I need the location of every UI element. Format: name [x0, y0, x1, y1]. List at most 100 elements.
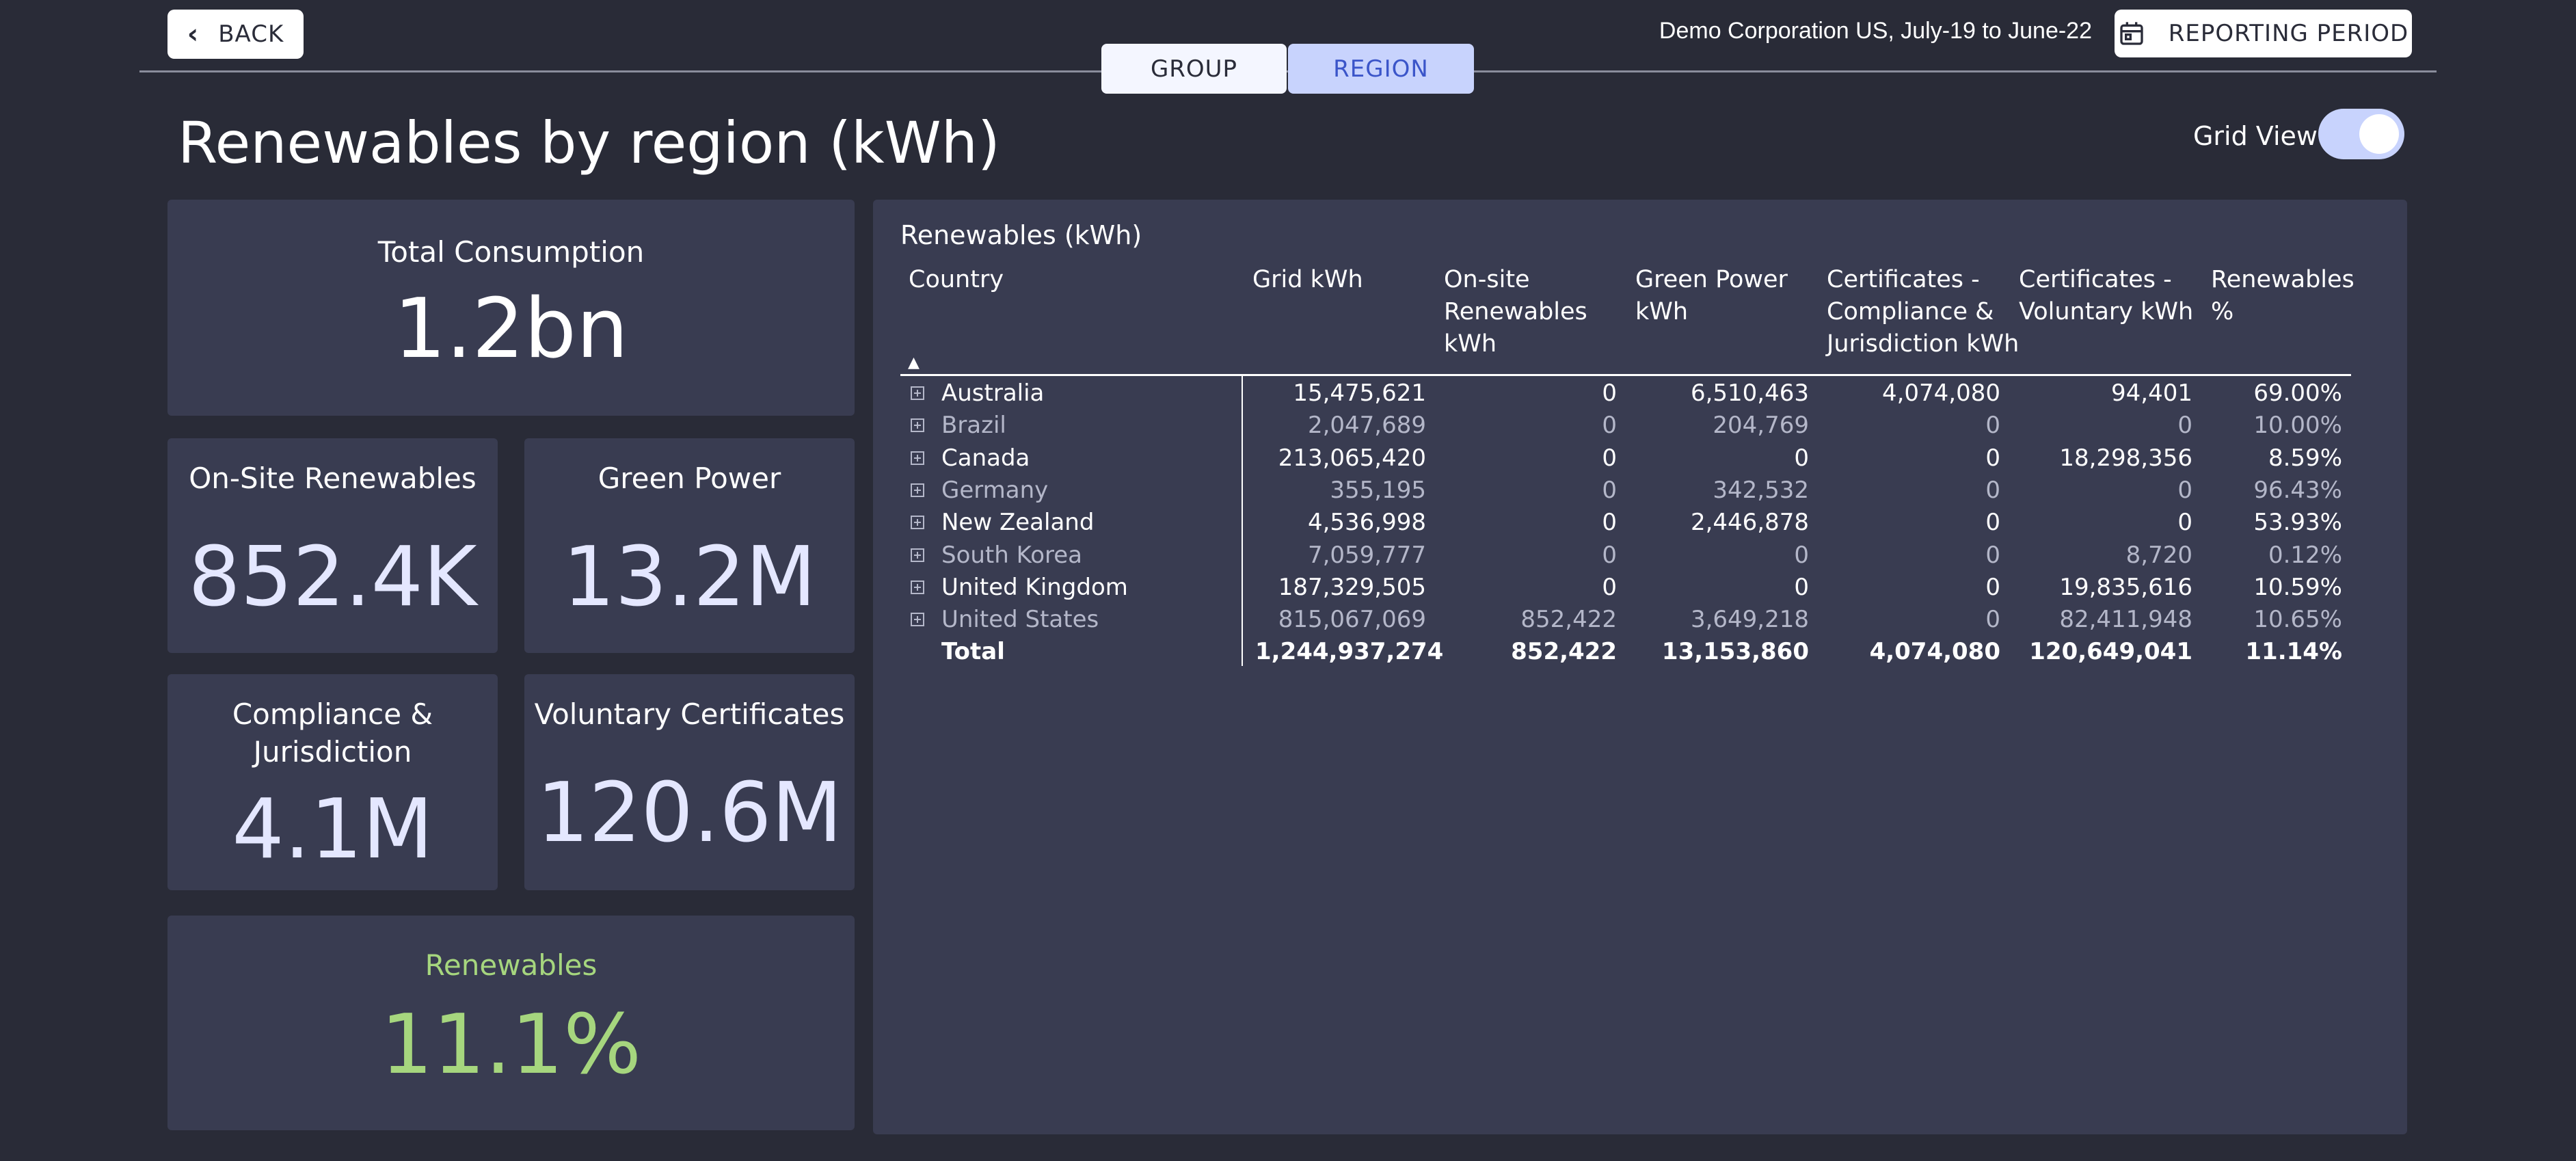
cell-country: United Kingdom	[941, 573, 1128, 601]
card-value: 1.2bn	[393, 282, 629, 377]
card-label: Total Consumption	[377, 235, 645, 269]
tab-group[interactable]: GROUP	[1101, 44, 1287, 94]
card-label: Renewables	[425, 948, 598, 982]
cell-pct: 53.93%	[2253, 509, 2342, 537]
cell-onsite: 0	[1602, 444, 1617, 472]
column-header-onsite-line1[interactable]: On-site	[1444, 264, 1530, 296]
cell-country: Canada	[941, 444, 1030, 472]
column-header-pct-line1[interactable]: Renewables	[2211, 264, 2354, 296]
cell-grid: 2,047,689	[1307, 412, 1426, 440]
column-header-voluntary-line1[interactable]: Certificates -	[2019, 264, 2172, 296]
cell-onsite: 0	[1602, 412, 1617, 440]
card-label: Voluntary Certificates	[534, 697, 845, 731]
cell-grid: 355,195	[1330, 476, 1426, 504]
cell-compliance: 4,074,080	[1881, 379, 2000, 407]
expand-row-icon[interactable]	[911, 483, 924, 497]
card-voluntary-certificates: Voluntary Certificates 120.6M	[524, 674, 855, 890]
cell-voluntary: 0	[2177, 476, 2192, 504]
column-header-country-line1[interactable]: Country	[909, 264, 1004, 296]
expand-row-icon[interactable]	[911, 451, 924, 465]
card-value: 120.6M	[536, 766, 843, 861]
page-title: Renewables by region (kWh)	[178, 109, 1000, 176]
back-button[interactable]: ‹ BACK	[167, 10, 304, 59]
cell-voluntary: 0	[2177, 509, 2192, 537]
cell-grid: 815,067,069	[1278, 606, 1426, 634]
card-renewables: Renewables 11.1%	[167, 916, 855, 1130]
expand-row-icon[interactable]	[911, 548, 924, 562]
company-period-text: Demo Corporation US, July-19 to June-22	[1659, 18, 2092, 44]
grid-view-toggle[interactable]	[2318, 109, 2404, 159]
table-title: Renewables (kWh)	[900, 220, 1142, 250]
cell-onsite: 852,422	[1520, 606, 1617, 634]
expand-row-icon[interactable]	[911, 516, 924, 530]
cell-onsite: 0	[1602, 573, 1617, 601]
cell-onsite: 0	[1602, 509, 1617, 537]
cell-compliance: 0	[1985, 606, 2000, 634]
total-compliance: 4,074,080	[1869, 638, 2000, 666]
expand-row-icon[interactable]	[911, 613, 924, 627]
reporting-period-button[interactable]: REPORTING PERIOD	[2115, 10, 2412, 57]
cell-compliance: 0	[1985, 476, 2000, 504]
expand-row-icon[interactable]	[911, 386, 924, 400]
cell-country: Germany	[941, 476, 1049, 504]
column-header-compliance-line1[interactable]: Certificates -	[1827, 264, 1980, 296]
tab-region[interactable]: REGION	[1288, 44, 1474, 94]
cell-onsite: 0	[1602, 541, 1617, 569]
total-voluntary: 120,649,041	[2029, 638, 2192, 666]
cell-green: 0	[1794, 541, 1809, 569]
total-country: Total	[941, 638, 1005, 666]
cell-grid: 15,475,621	[1293, 379, 1426, 407]
cell-voluntary: 82,411,948	[2059, 606, 2192, 634]
cell-grid: 7,059,777	[1307, 541, 1426, 569]
card-label: On-Site Renewables	[189, 462, 477, 495]
chevron-left-icon: ‹	[187, 18, 200, 50]
table-header-divider	[900, 374, 2351, 376]
total-pct: 11.14%	[2245, 638, 2342, 666]
cell-green: 204,769	[1713, 412, 1809, 440]
card-total-consumption: Total Consumption 1.2bn	[167, 200, 855, 416]
cell-country: New Zealand	[941, 509, 1095, 537]
cell-voluntary: 0	[2177, 412, 2192, 440]
column-header-compliance-line2[interactable]: Compliance &	[1827, 296, 1994, 328]
cell-pct: 10.00%	[2253, 412, 2342, 440]
column-header-green-line2[interactable]: kWh	[1635, 296, 1688, 328]
cell-pct: 10.59%	[2253, 573, 2342, 601]
cell-pct: 0.12%	[2268, 541, 2342, 569]
column-header-green-line1[interactable]: Green Power	[1635, 264, 1788, 296]
toggle-knob	[2359, 114, 2399, 154]
cell-green: 3,649,218	[1690, 606, 1809, 634]
cell-onsite: 0	[1602, 379, 1617, 407]
cell-green: 6,510,463	[1690, 379, 1809, 407]
column-header-grid-line1[interactable]: Grid kWh	[1252, 264, 1363, 296]
cell-compliance: 0	[1985, 444, 2000, 472]
card-value: 13.2M	[563, 530, 816, 625]
column-header-compliance-line3[interactable]: Jurisdiction kWh	[1827, 328, 2019, 360]
cell-compliance: 0	[1985, 573, 2000, 601]
cell-green: 0	[1794, 573, 1809, 601]
card-compliance-jurisdiction: Compliance & Jurisdiction 4.1M	[167, 674, 498, 890]
cell-grid: 213,065,420	[1278, 444, 1426, 472]
total-green: 13,153,860	[1661, 638, 1809, 666]
back-button-label: BACK	[218, 21, 284, 48]
card-value: 4.1M	[232, 782, 433, 877]
cell-pct: 69.00%	[2253, 379, 2342, 407]
cell-compliance: 0	[1985, 412, 2000, 440]
column-header-voluntary-line2[interactable]: Voluntary kWh	[2019, 296, 2193, 328]
cell-onsite: 0	[1602, 476, 1617, 504]
sort-ascending-icon[interactable]: ▲	[908, 354, 920, 371]
expand-row-icon[interactable]	[911, 580, 924, 594]
column-header-pct-line2[interactable]: %	[2211, 296, 2233, 328]
expand-row-icon[interactable]	[911, 418, 924, 433]
cell-pct: 8.59%	[2268, 444, 2342, 472]
column-header-onsite-line2[interactable]: Renewables	[1444, 296, 1587, 328]
cell-green: 0	[1794, 444, 1809, 472]
cell-voluntary: 18,298,356	[2059, 444, 2192, 472]
cell-voluntary: 94,401	[2111, 379, 2192, 407]
cell-country: Brazil	[941, 412, 1006, 440]
cell-pct: 10.65%	[2253, 606, 2342, 634]
column-header-onsite-line3[interactable]: kWh	[1444, 328, 1497, 360]
cell-green: 2,446,878	[1690, 509, 1809, 537]
cell-grid: 4,536,998	[1307, 509, 1426, 537]
card-onsite-renewables: On-Site Renewables 852.4K	[167, 438, 498, 653]
calendar-icon	[2118, 20, 2145, 47]
